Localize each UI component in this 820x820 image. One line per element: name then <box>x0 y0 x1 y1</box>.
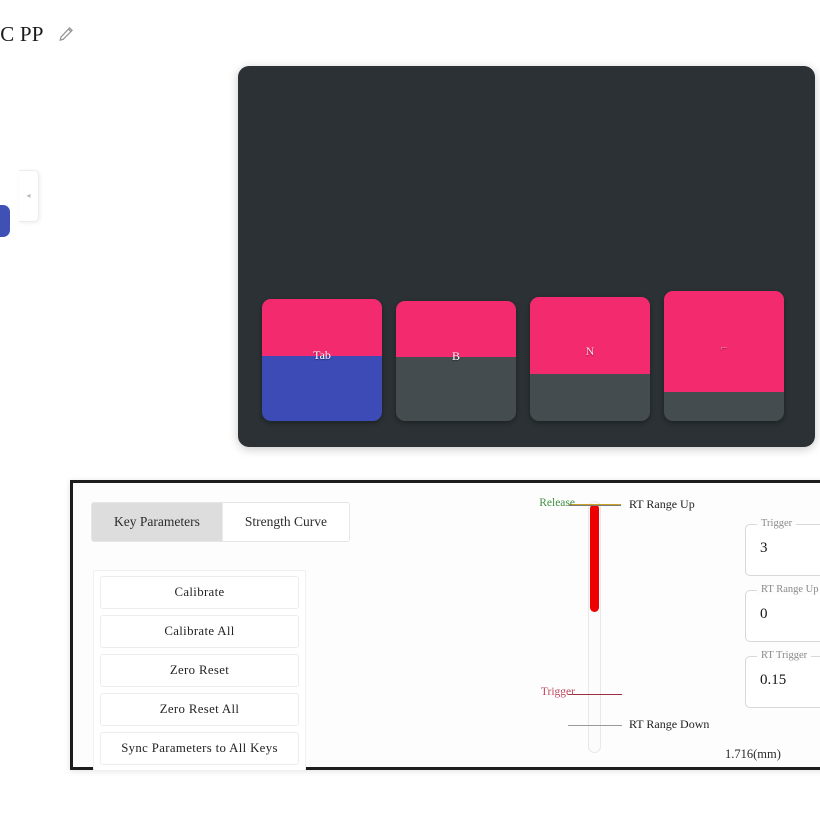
key-fill-n <box>530 297 650 374</box>
key-fill-symbol <box>664 291 784 393</box>
pencil-icon[interactable] <box>58 26 74 42</box>
travel-value-readout: 1.716(mm) <box>725 747 781 761</box>
keyboard-panel: Tab B N ⌐ <box>238 66 815 447</box>
rt-range-up-field-label: RT Range Up <box>757 584 820 595</box>
rt-range-up-marker-line[interactable] <box>569 505 621 506</box>
key-fill-tab <box>262 299 382 357</box>
rt-range-down-marker-line[interactable] <box>568 725 622 726</box>
page-header: BC PP <box>0 14 230 54</box>
trigger-field[interactable]: Trigger 3 m <box>745 518 820 576</box>
trigger-field-label: Trigger <box>757 518 797 529</box>
drawer-toggle-handle[interactable]: ◂ <box>19 170 39 222</box>
action-button-list: Calibrate Calibrate All Zero Reset Zero … <box>93 570 306 771</box>
key-b[interactable]: B <box>396 301 516 421</box>
app-root: BC PP ◂ Tab B N <box>0 0 820 820</box>
slider-track[interactable] <box>588 501 601 753</box>
tab-key-parameters[interactable]: Key Parameters <box>92 503 223 541</box>
trigger-field-value: 3 <box>760 540 768 556</box>
rt-range-up-field-value: 0 <box>760 606 768 622</box>
zero-reset-all-button[interactable]: Zero Reset All <box>100 693 299 726</box>
parameter-fields: Trigger 3 m RT Range Up 0 m RT Trigger 0… <box>745 518 820 722</box>
key-fill-b <box>396 301 516 358</box>
key-symbol[interactable]: ⌐ <box>664 291 784 421</box>
key-row: Tab B N ⌐ <box>262 291 784 421</box>
rt-range-up-marker-label: RT Range Up <box>629 497 695 511</box>
page-title: BC PP <box>0 21 44 46</box>
left-drawer-sliver[interactable] <box>0 205 10 237</box>
tab-strength-curve[interactable]: Strength Curve <box>222 503 349 541</box>
travel-slider: Release RT Range Up Trigger RT Range Dow… <box>513 495 781 765</box>
zero-reset-button[interactable]: Zero Reset <box>100 654 299 687</box>
key-n[interactable]: N <box>530 297 650 421</box>
parameter-panel: Key Parameters Strength Curve Calibrate … <box>70 480 820 771</box>
release-marker-label: Release <box>539 497 575 509</box>
rt-trigger-field-value: 0.15 <box>760 672 787 688</box>
panel-tabs: Key Parameters Strength Curve <box>91 502 350 542</box>
rt-range-down-marker-label: RT Range Down <box>629 717 710 731</box>
slider-fill <box>590 504 599 612</box>
sync-parameters-button[interactable]: Sync Parameters to All Keys <box>100 732 299 765</box>
chevron-left-icon: ◂ <box>26 191 31 200</box>
rt-trigger-field-label: RT Trigger <box>757 650 812 661</box>
trigger-marker-label: Trigger <box>540 686 575 698</box>
rt-range-up-field[interactable]: RT Range Up 0 m <box>745 584 820 642</box>
key-tab[interactable]: Tab <box>262 299 382 421</box>
calibrate-all-button[interactable]: Calibrate All <box>100 615 299 648</box>
rt-trigger-field[interactable]: RT Trigger 0.15 m <box>745 650 820 708</box>
trigger-marker-line[interactable] <box>568 694 622 695</box>
calibrate-button[interactable]: Calibrate <box>100 576 299 609</box>
